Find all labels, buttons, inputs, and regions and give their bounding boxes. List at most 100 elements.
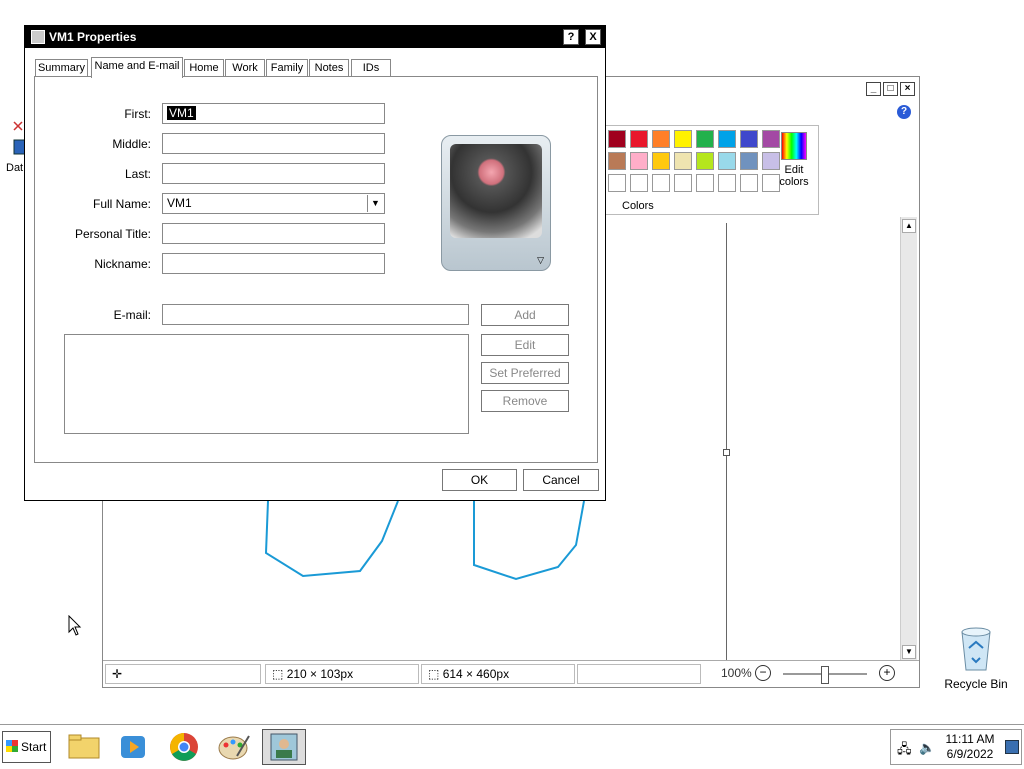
recycle-bin-label: Recycle Bin (944, 677, 1008, 691)
last-name-field[interactable] (162, 163, 385, 184)
color-swatch[interactable] (740, 152, 758, 170)
middle-name-field[interactable] (162, 133, 385, 154)
tab-home[interactable]: Home (184, 59, 224, 77)
first-name-value: VM1 (167, 106, 196, 120)
network-icon[interactable]: 🖧 (897, 740, 912, 762)
contact-properties-dialog: VM1 Properties ? X Summary Name and E-ma… (24, 25, 606, 501)
show-desktop-icon[interactable] (1005, 740, 1019, 754)
color-swatch[interactable] (740, 130, 758, 148)
first-name-field[interactable]: VM1 (162, 103, 385, 124)
zoom-slider-thumb[interactable] (821, 666, 829, 684)
scroll-up-arrow[interactable]: ▲ (902, 219, 916, 233)
turntable-picture (450, 144, 542, 238)
color-wheel-icon (781, 132, 807, 160)
start-label: Start (21, 740, 47, 754)
color-swatch[interactable] (652, 130, 670, 148)
tab-summary[interactable]: Summary (35, 59, 88, 77)
color-swatch[interactable] (630, 152, 648, 170)
zoom-out-icon[interactable]: − (755, 665, 771, 681)
selection-icon: ⬚ (272, 667, 284, 681)
full-name-label: Full Name: (92, 197, 151, 211)
edit-colors-button[interactable]: Edit colors (774, 132, 814, 188)
color-swatch[interactable] (630, 130, 648, 148)
zoom-level: 100% (721, 666, 752, 680)
contacts-icon (270, 733, 298, 761)
color-swatch[interactable] (630, 174, 648, 192)
set-preferred-button[interactable]: Set Preferred (481, 362, 569, 384)
tab-name-and-email[interactable]: Name and E-mail (91, 57, 183, 78)
minimize-button[interactable]: _ (866, 82, 881, 96)
tab-work[interactable]: Work (225, 59, 265, 77)
color-swatch[interactable] (652, 152, 670, 170)
maximize-button[interactable]: □ (883, 82, 898, 96)
taskbar-contacts[interactable] (262, 729, 306, 765)
color-swatch[interactable] (740, 174, 758, 192)
chrome-icon (170, 733, 198, 761)
tab-family[interactable]: Family (266, 59, 308, 77)
recycle-bin[interactable]: Recycle Bin (936, 624, 1016, 691)
vertical-scrollbar[interactable]: ▲ ▼ (900, 217, 917, 661)
color-swatch[interactable] (674, 152, 692, 170)
full-name-dropdown[interactable]: VM1 ▼ (162, 193, 385, 214)
system-tray: 🖧 🔈 11:11 AM 6/9/2022 (890, 729, 1022, 765)
personal-title-field[interactable] (162, 223, 385, 244)
color-swatch[interactable] (696, 152, 714, 170)
color-swatch[interactable] (652, 174, 670, 192)
email-label: E-mail: (113, 308, 151, 322)
clock[interactable]: 11:11 AM 6/9/2022 (941, 732, 999, 762)
mouse-cursor-icon (68, 615, 82, 636)
media-player-icon (121, 736, 145, 758)
taskbar-chrome[interactable] (162, 729, 206, 765)
color-swatch[interactable] (718, 174, 736, 192)
first-name-label: First: (124, 107, 151, 121)
contact-photo[interactable]: ▽ (441, 135, 551, 271)
close-button[interactable]: × (900, 82, 915, 96)
color-swatch[interactable] (608, 152, 626, 170)
edit-email-button[interactable]: Edit (481, 334, 569, 356)
move-cursor-icon: ✛ (112, 667, 123, 681)
start-button[interactable]: Start (2, 731, 51, 763)
image-size: 614 × 460px (442, 667, 510, 681)
scroll-down-arrow[interactable]: ▼ (902, 645, 916, 659)
tab-notes[interactable]: Notes (309, 59, 349, 77)
remove-email-button[interactable]: Remove (481, 390, 569, 412)
tab-ids[interactable]: IDs (351, 59, 391, 77)
taskbar-explorer[interactable] (62, 729, 106, 765)
color-swatch[interactable] (608, 130, 626, 148)
image-size-cell: ⬚ 614 × 460px (421, 664, 575, 684)
add-email-button[interactable]: Add (481, 304, 569, 326)
zoom-in-icon[interactable]: + (879, 665, 895, 681)
help-icon[interactable]: ? (897, 105, 911, 119)
dropdown-arrow-icon[interactable]: ▼ (367, 195, 383, 212)
windows-flag-icon (6, 740, 18, 752)
color-swatch[interactable] (674, 130, 692, 148)
canvas-resize-handle[interactable] (723, 449, 730, 456)
file-size-cell (577, 664, 701, 684)
personal-title-label: Personal Title: (74, 227, 151, 241)
volume-icon[interactable]: 🔈 (919, 740, 935, 756)
selection-size-cell: ⬚ 210 × 103px (265, 664, 419, 684)
cancel-button[interactable]: Cancel (523, 469, 599, 491)
colors-group-label: Colors (622, 200, 654, 212)
color-swatch[interactable] (718, 152, 736, 170)
edit-colors-label: Edit colors (779, 164, 809, 188)
dialog-titlebar[interactable]: VM1 Properties ? X (25, 26, 605, 48)
color-swatch[interactable] (696, 174, 714, 192)
color-swatch[interactable] (674, 174, 692, 192)
email-list[interactable] (64, 334, 469, 434)
name-email-panel: First: Middle: Last: Full Name: Personal… (34, 76, 598, 463)
photo-menu-icon[interactable]: ▽ (537, 255, 544, 266)
last-name-label: Last: (124, 167, 151, 181)
color-swatch[interactable] (718, 130, 736, 148)
ok-button[interactable]: OK (442, 469, 517, 491)
color-swatch[interactable] (696, 130, 714, 148)
help-button[interactable]: ? (563, 29, 579, 45)
taskbar-media-player[interactable] (112, 729, 156, 765)
taskbar: Start 🖧 🔈 11:11 AM 6/9/2022 (0, 724, 1024, 769)
email-field[interactable] (162, 304, 469, 325)
color-swatch[interactable] (608, 174, 626, 192)
close-button[interactable]: X (585, 29, 601, 45)
taskbar-paint[interactable] (212, 729, 256, 765)
nickname-field[interactable] (162, 253, 385, 274)
dialog-title: VM1 Properties (49, 30, 137, 44)
